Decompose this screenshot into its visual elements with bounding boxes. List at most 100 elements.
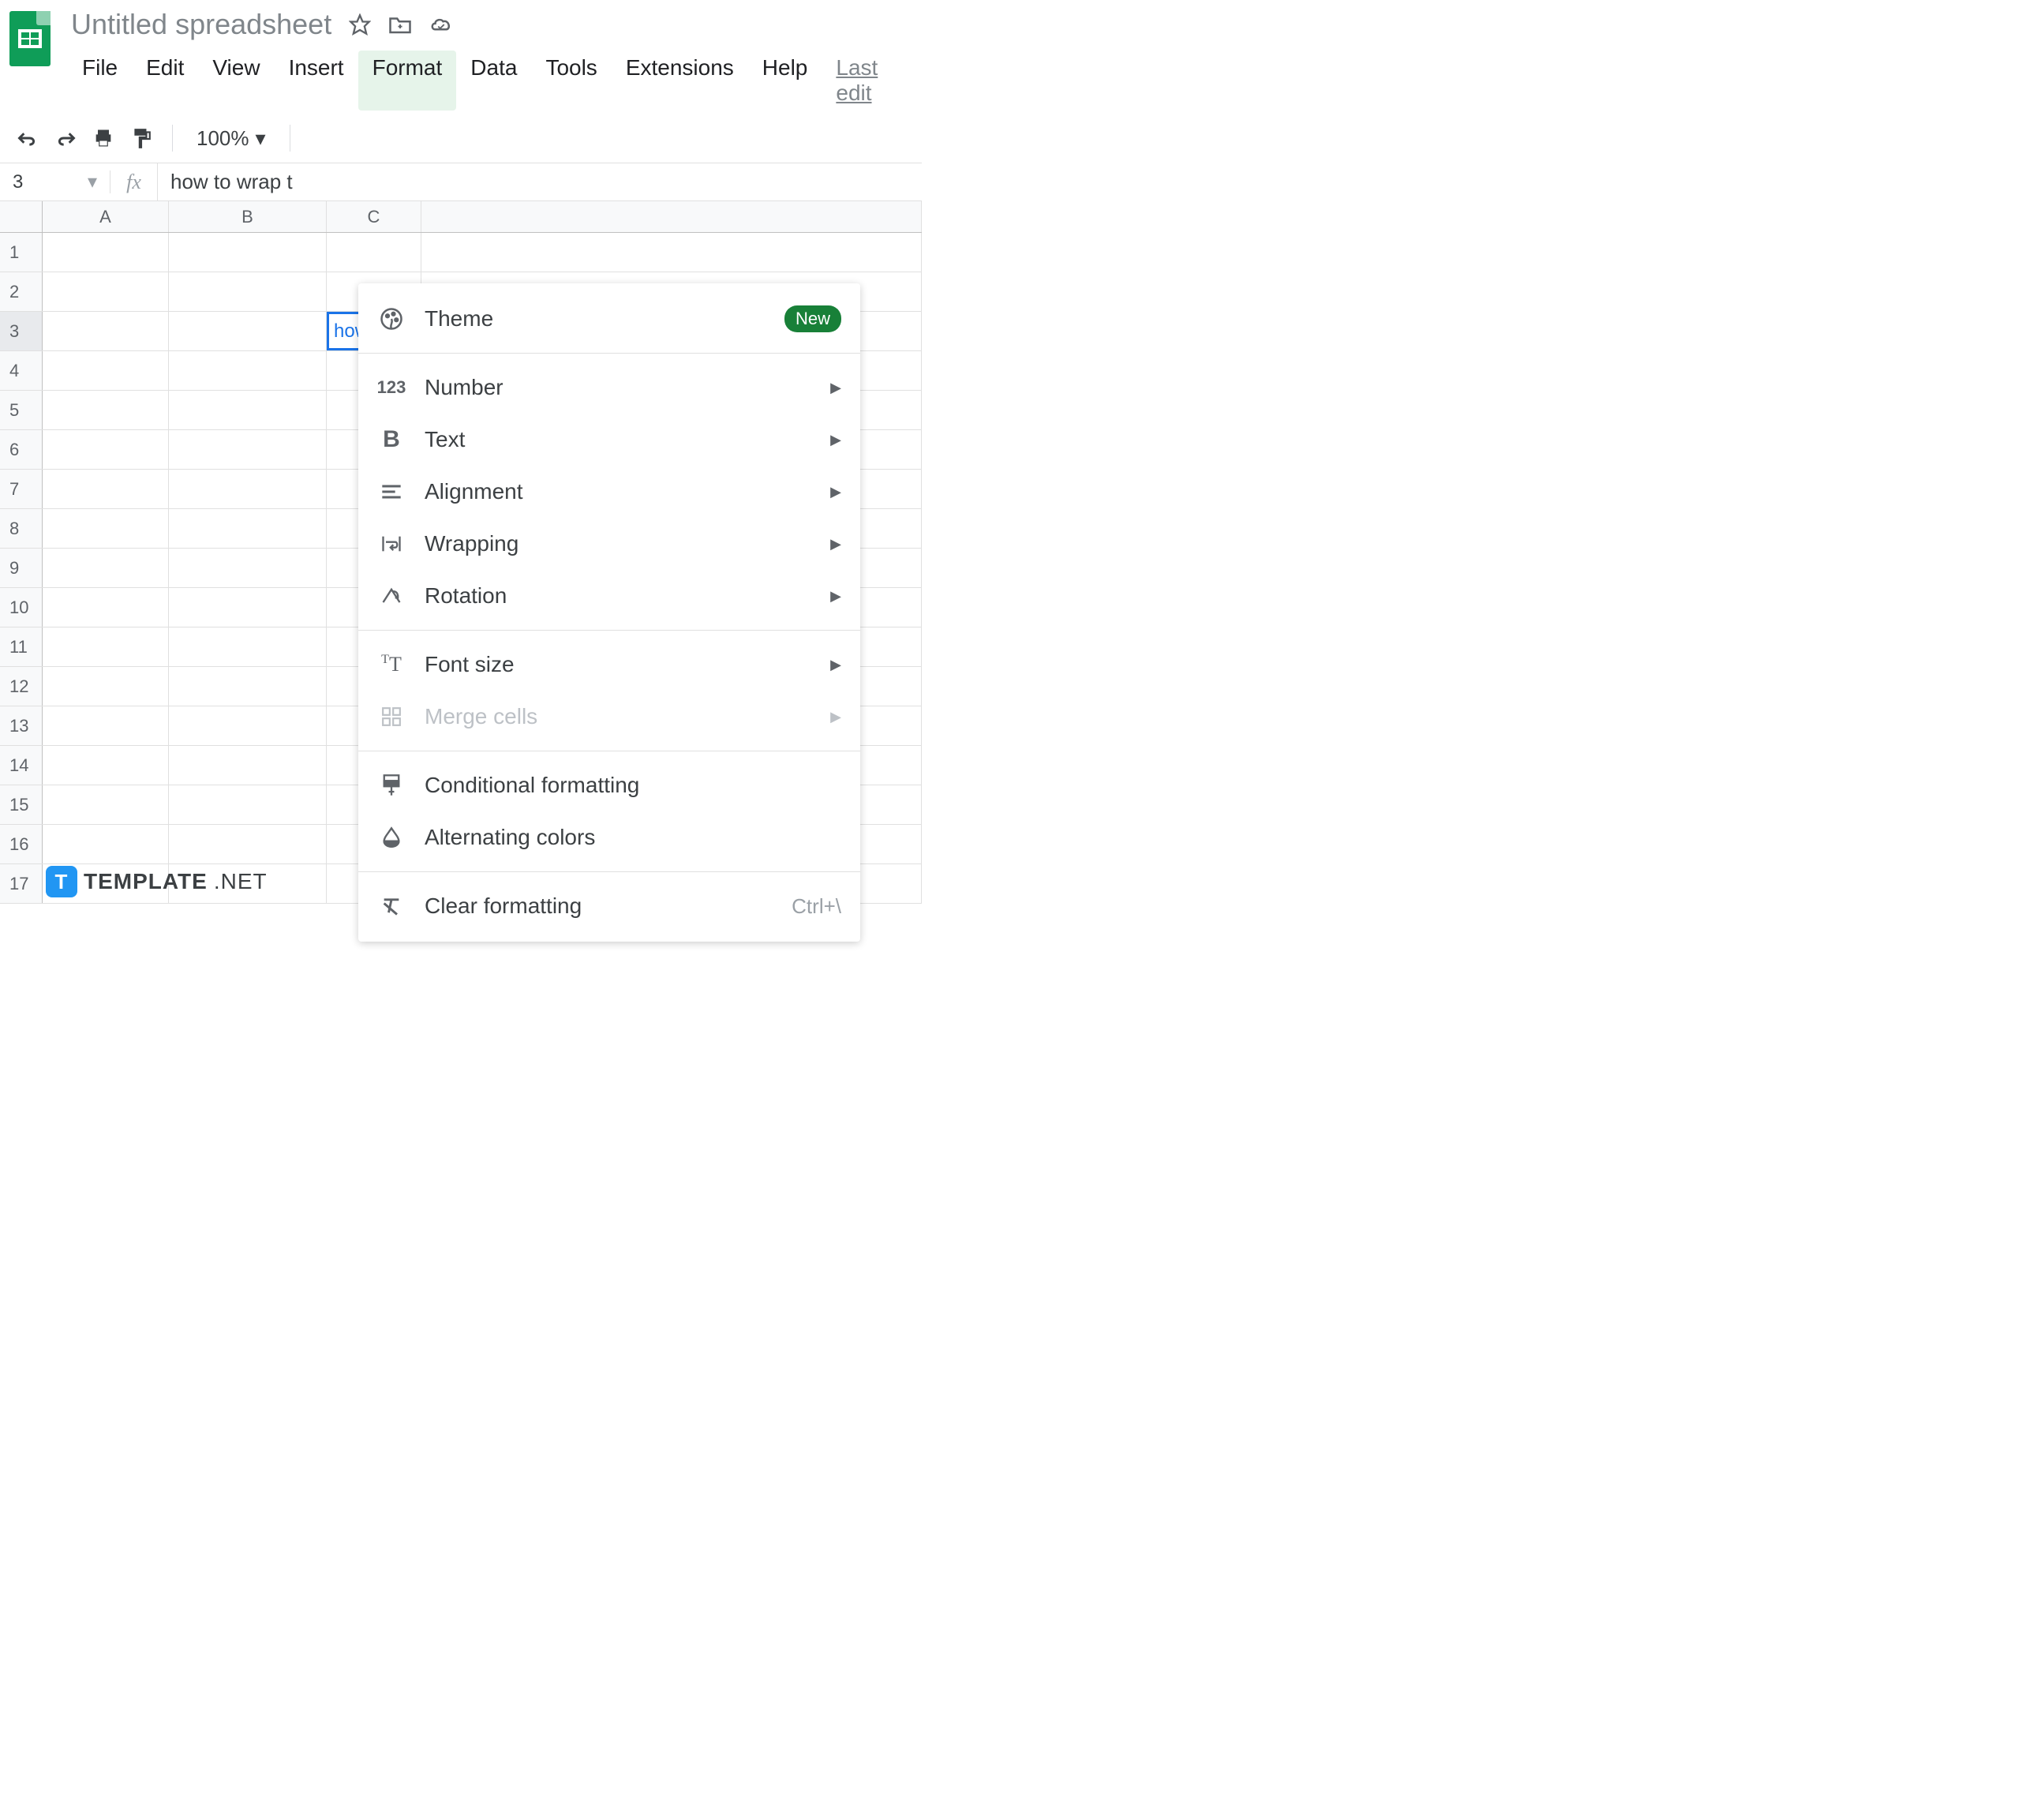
undo-icon[interactable] [14, 125, 41, 152]
row-header[interactable]: 16 [0, 825, 43, 863]
spreadsheet-grid[interactable]: A B C 123how4567891011121314151617 Theme… [0, 201, 922, 904]
row-header[interactable]: 4 [0, 351, 43, 390]
menu-extensions[interactable]: Extensions [612, 51, 748, 111]
cell[interactable] [169, 549, 327, 587]
cell[interactable] [169, 825, 327, 863]
row-header[interactable]: 11 [0, 627, 43, 666]
cell[interactable] [43, 549, 169, 587]
col-header-b[interactable]: B [169, 201, 327, 232]
format-theme[interactable]: Theme New [358, 293, 860, 345]
row-header[interactable]: 1 [0, 233, 43, 272]
col-header-c[interactable]: C [327, 201, 421, 232]
cell[interactable] [169, 706, 327, 745]
print-icon[interactable] [90, 125, 117, 152]
cloud-check-icon[interactable] [429, 15, 453, 34]
format-conditional[interactable]: Conditional formatting [358, 759, 860, 811]
row-header[interactable]: 10 [0, 588, 43, 627]
grid-row: 1 [0, 233, 922, 272]
row-header[interactable]: 5 [0, 391, 43, 429]
cell[interactable] [169, 430, 327, 469]
menu-data[interactable]: Data [456, 51, 531, 111]
cell[interactable] [43, 312, 169, 350]
menu-insert[interactable]: Insert [275, 51, 358, 111]
cell[interactable] [43, 706, 169, 745]
cell[interactable] [421, 233, 922, 272]
droplet-icon [377, 826, 406, 848]
row-header[interactable]: 6 [0, 430, 43, 469]
format-clear[interactable]: Clear formatting Ctrl+\ [358, 880, 860, 932]
submenu-arrow-icon: ▶ [830, 432, 841, 448]
last-edit-link[interactable]: Last edit [822, 51, 922, 111]
menu-view[interactable]: View [198, 51, 274, 111]
cell[interactable] [43, 509, 169, 548]
clear-format-icon [377, 896, 406, 916]
cell[interactable] [43, 233, 169, 272]
doc-title[interactable]: Untitled spreadsheet [68, 6, 335, 43]
col-header-rest[interactable] [421, 201, 922, 232]
wrap-icon [377, 534, 406, 553]
cell[interactable] [43, 588, 169, 627]
format-text[interactable]: B Text ▶ [358, 414, 860, 466]
cell[interactable] [43, 627, 169, 666]
formula-input[interactable]: how to wrap t [158, 170, 922, 194]
cell[interactable] [43, 391, 169, 429]
row-header[interactable]: 3 [0, 312, 43, 350]
new-badge: New [784, 305, 841, 332]
move-folder-icon[interactable] [388, 14, 412, 35]
cell[interactable] [169, 312, 327, 350]
cell[interactable] [169, 233, 327, 272]
menu-tools[interactable]: Tools [531, 51, 611, 111]
redo-icon[interactable] [52, 125, 79, 152]
submenu-arrow-icon: ▶ [830, 536, 841, 553]
zoom-selector[interactable]: 100% ▾ [190, 126, 272, 151]
format-alternating[interactable]: Alternating colors [358, 811, 860, 863]
cell[interactable] [43, 667, 169, 706]
paint-format-icon[interactable] [128, 125, 155, 152]
select-all-corner[interactable] [0, 201, 43, 232]
format-rotation[interactable]: Rotation ▶ [358, 570, 860, 622]
format-wrapping[interactable]: Wrapping ▶ [358, 518, 860, 570]
cell[interactable] [169, 627, 327, 666]
cell[interactable] [169, 351, 327, 390]
cell[interactable] [169, 391, 327, 429]
menu-file[interactable]: File [68, 51, 132, 111]
cell[interactable] [169, 470, 327, 508]
cell[interactable] [43, 470, 169, 508]
cell[interactable] [169, 746, 327, 785]
format-font-size[interactable]: TT Font size ▶ [358, 639, 860, 691]
row-header[interactable]: 9 [0, 549, 43, 587]
sheets-logo[interactable] [9, 11, 51, 66]
submenu-arrow-icon: ▶ [830, 657, 841, 673]
row-header[interactable]: 2 [0, 272, 43, 311]
cell[interactable] [169, 509, 327, 548]
cell[interactable] [43, 430, 169, 469]
format-number[interactable]: 123 Number ▶ [358, 361, 860, 414]
submenu-arrow-icon: ▶ [830, 709, 841, 725]
row-header[interactable]: 12 [0, 667, 43, 706]
col-header-a[interactable]: A [43, 201, 169, 232]
format-merge-cells: Merge cells ▶ [358, 691, 860, 743]
star-icon[interactable] [349, 13, 371, 36]
cell[interactable] [327, 233, 421, 272]
name-box[interactable]: 3 ▾ [0, 170, 110, 193]
menu-edit[interactable]: Edit [132, 51, 198, 111]
cell[interactable] [43, 785, 169, 824]
row-header[interactable]: 13 [0, 706, 43, 745]
cell[interactable] [169, 667, 327, 706]
menu-help[interactable]: Help [748, 51, 822, 111]
row-header[interactable]: 14 [0, 746, 43, 785]
row-header[interactable]: 7 [0, 470, 43, 508]
cell[interactable] [169, 588, 327, 627]
cell[interactable] [43, 746, 169, 785]
format-alignment[interactable]: Alignment ▶ [358, 466, 860, 518]
cell[interactable] [43, 272, 169, 311]
row-header[interactable]: 17 [0, 864, 43, 903]
cell[interactable] [43, 825, 169, 863]
cell[interactable] [43, 351, 169, 390]
cell[interactable] [169, 785, 327, 824]
row-header[interactable]: 15 [0, 785, 43, 824]
menu-format[interactable]: Format [358, 51, 457, 111]
conditional-format-icon [377, 774, 406, 797]
row-header[interactable]: 8 [0, 509, 43, 548]
cell[interactable] [169, 272, 327, 311]
